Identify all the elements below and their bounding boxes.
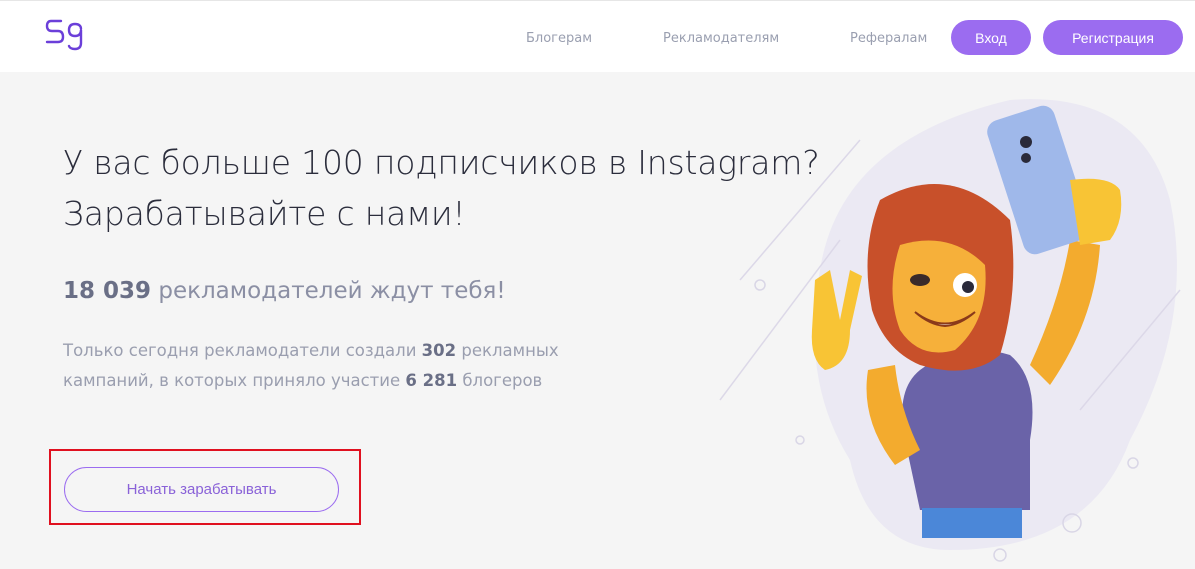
logo-icon[interactable]: [44, 17, 84, 53]
advertisers-stat-text: рекламодателей ждут тебя!: [158, 278, 506, 304]
campaigns-count: 302: [421, 341, 457, 360]
desc-text-3: блогеров: [462, 371, 543, 390]
hero-description: Только сегодня рекламодатели создали 302…: [63, 336, 643, 396]
lion-mascot-illustration: [700, 80, 1195, 569]
nav-link-advertisers[interactable]: Рекламодателям: [663, 31, 779, 46]
bloggers-count: 6 281: [405, 371, 458, 390]
advertisers-count: 18 039: [63, 278, 152, 304]
start-earning-button[interactable]: Начать зарабатывать: [64, 467, 339, 512]
desc-text-1: Только сегодня рекламодатели создали: [63, 341, 417, 360]
login-button[interactable]: Вход: [951, 20, 1031, 55]
nav-link-bloggers[interactable]: Блогерам: [526, 31, 592, 46]
register-button[interactable]: Регистрация: [1043, 20, 1183, 55]
site-header: Блогерам Рекламодателям Рефералам Вход Р…: [0, 0, 1195, 72]
landing-page: Блогерам Рекламодателям Рефералам Вход Р…: [0, 0, 1195, 569]
advertisers-stat: 18 039 рекламодателей ждут тебя!: [63, 278, 506, 304]
nav-link-referrals[interactable]: Рефералам: [850, 31, 927, 46]
